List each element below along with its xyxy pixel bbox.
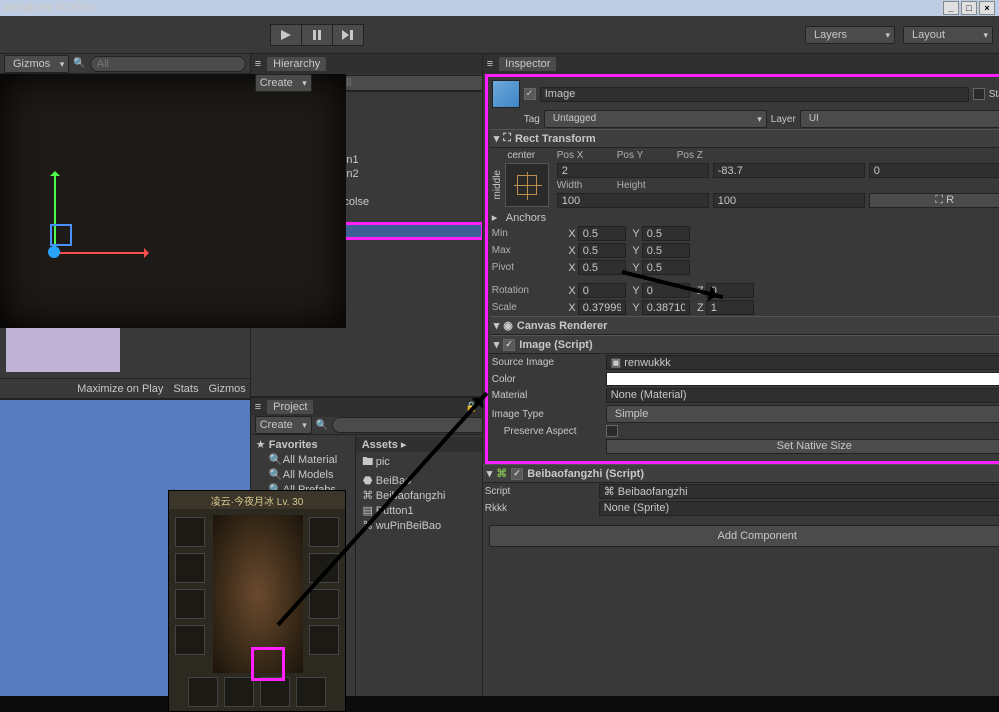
highlighted-slot[interactable]: [251, 647, 285, 681]
anchor-preset-button[interactable]: [505, 163, 549, 207]
favorite-all-models[interactable]: 🔍All Models: [251, 467, 355, 482]
set-native-size-button[interactable]: Set Native Size: [606, 439, 999, 454]
posy-field[interactable]: [713, 163, 865, 178]
game-toolbar: Maximize on Play Stats Gizmos: [0, 378, 250, 398]
image-type-dropdown[interactable]: Simple: [606, 405, 999, 423]
inspector-options-icon[interactable]: ≡: [487, 58, 493, 70]
rkkk-label: Rkkk: [485, 503, 595, 514]
character-panel: 凌云·今夜月冰 Lv. 30: [168, 490, 346, 712]
image-enabled-checkbox[interactable]: [503, 339, 515, 351]
material-label: Material: [492, 390, 602, 401]
gizmos-dropdown[interactable]: Gizmos: [4, 55, 69, 73]
window-title: andalone <DX11>: [4, 2, 95, 14]
character-title: 凌云·今夜月冰 Lv. 30: [169, 491, 345, 509]
layout-dropdown[interactable]: Layout: [903, 26, 993, 44]
anchors-label[interactable]: Anchors: [506, 212, 546, 224]
scene-search[interactable]: [90, 56, 246, 72]
rect-transform-header[interactable]: ▾⛶ Rect Transform ⚙: [490, 129, 999, 148]
add-component-button[interactable]: Add Component: [489, 525, 999, 547]
color-field[interactable]: [606, 372, 999, 386]
pause-button[interactable]: [301, 24, 333, 46]
posx-field[interactable]: [557, 163, 709, 178]
project-list[interactable]: Assets ▸ 🖿pic⬣BeiBao⌘Beibaofangzhi▤Butto…: [355, 435, 482, 697]
scale-y[interactable]: [642, 300, 690, 315]
script-icon: ⌘: [496, 467, 507, 480]
layers-dropdown[interactable]: Layers: [805, 26, 895, 44]
scale-x[interactable]: [578, 300, 626, 315]
preserve-aspect-label: Preserve Aspect: [492, 426, 602, 437]
origin-handle[interactable]: [48, 246, 60, 258]
inspector-highlighted-area: Static ▾ Tag Untagged Layer UI ▾⛶ Rect T…: [485, 74, 999, 464]
close-button[interactable]: ×: [979, 1, 995, 15]
scene-view[interactable]: [0, 74, 250, 378]
stats-toggle[interactable]: Stats: [173, 383, 198, 395]
image-type-label: Image Type: [492, 409, 602, 420]
panel-options-icon[interactable]: ≡: [255, 58, 261, 70]
material-field[interactable]: None (Material): [606, 388, 999, 403]
selection-rect[interactable]: [50, 224, 72, 246]
project-tab[interactable]: Project: [267, 400, 313, 414]
anchor-max-x[interactable]: [578, 243, 626, 258]
active-checkbox[interactable]: [524, 88, 536, 100]
game-gizmos-dropdown[interactable]: Gizmos: [208, 383, 245, 395]
minimize-button[interactable]: _: [943, 1, 959, 15]
play-button[interactable]: [270, 24, 302, 46]
hierarchy-create-dropdown[interactable]: Create: [255, 74, 312, 92]
game-view[interactable]: 凌云·今夜月冰 Lv. 30: [0, 398, 250, 696]
source-image-label: Source Image: [492, 357, 602, 368]
anchor-preset-label: center: [507, 150, 535, 161]
tag-label: Tag: [524, 114, 540, 125]
asset-beibaofangzhi[interactable]: ⌘Beibaofangzhi: [356, 488, 482, 503]
layer-label: Layer: [771, 114, 796, 125]
source-image-field[interactable]: ▣ renwukkk: [606, 355, 999, 370]
script-field[interactable]: ⌘ Beibaofangzhi: [599, 484, 999, 499]
rect-transform-icon: ⛶: [503, 132, 511, 145]
anchor-min-y[interactable]: [642, 226, 690, 241]
inspector-tab[interactable]: Inspector: [499, 57, 556, 71]
step-button[interactable]: [332, 24, 364, 46]
static-label: Static: [989, 89, 999, 100]
anchor-min-x[interactable]: [578, 226, 626, 241]
window-titlebar: andalone <DX11> _ □ ×: [0, 0, 999, 16]
beibaofangzhi-header[interactable]: ▾⌘ Beibaofangzhi (Script) ⚙: [483, 464, 999, 483]
hierarchy-search[interactable]: [332, 75, 488, 91]
height-field[interactable]: [713, 193, 865, 208]
blueprint-button[interactable]: ⛶ R: [869, 193, 999, 208]
project-options-icon[interactable]: ≡: [255, 401, 261, 413]
favorites-header: Favorites: [269, 439, 318, 451]
scene-toolbar: Gizmos 🔍: [0, 54, 250, 74]
width-field[interactable]: [557, 193, 709, 208]
favorite-all-material[interactable]: 🔍All Material: [251, 452, 355, 467]
script-enabled-checkbox[interactable]: [511, 468, 523, 480]
x-axis-gizmo: [54, 252, 146, 254]
hierarchy-tab[interactable]: Hierarchy: [267, 57, 326, 71]
color-label: Color: [492, 374, 602, 385]
anchor-max-y[interactable]: [642, 243, 690, 258]
maximize-button[interactable]: □: [961, 1, 977, 15]
gameobject-name-field[interactable]: [540, 87, 969, 102]
list-header: Assets: [362, 439, 398, 451]
asset-beibao[interactable]: ⬣BeiBao: [356, 473, 482, 488]
static-checkbox[interactable]: [973, 88, 985, 100]
rkkk-field[interactable]: None (Sprite): [599, 501, 999, 516]
preserve-aspect-checkbox[interactable]: [606, 425, 618, 437]
project-create-dropdown[interactable]: Create: [255, 416, 312, 434]
script-label: Script: [485, 486, 595, 497]
rot-x[interactable]: [578, 283, 626, 298]
pivot-x[interactable]: [578, 260, 626, 275]
canvas-renderer-header[interactable]: ▾◉ Canvas Renderer ⚙: [490, 316, 999, 335]
tag-dropdown[interactable]: Untagged: [544, 110, 767, 128]
maximize-on-play-toggle[interactable]: Maximize on Play: [77, 383, 163, 395]
eye-icon: ◉: [503, 319, 513, 332]
posz-field[interactable]: [869, 163, 999, 178]
gameobject-icon: [492, 80, 520, 108]
main-toolbar: Layers Layout: [0, 16, 999, 54]
pivot-y[interactable]: [642, 260, 690, 275]
image-script-header[interactable]: ▾ Image (Script) ⚙: [490, 335, 999, 354]
layer-dropdown[interactable]: UI: [800, 110, 999, 128]
